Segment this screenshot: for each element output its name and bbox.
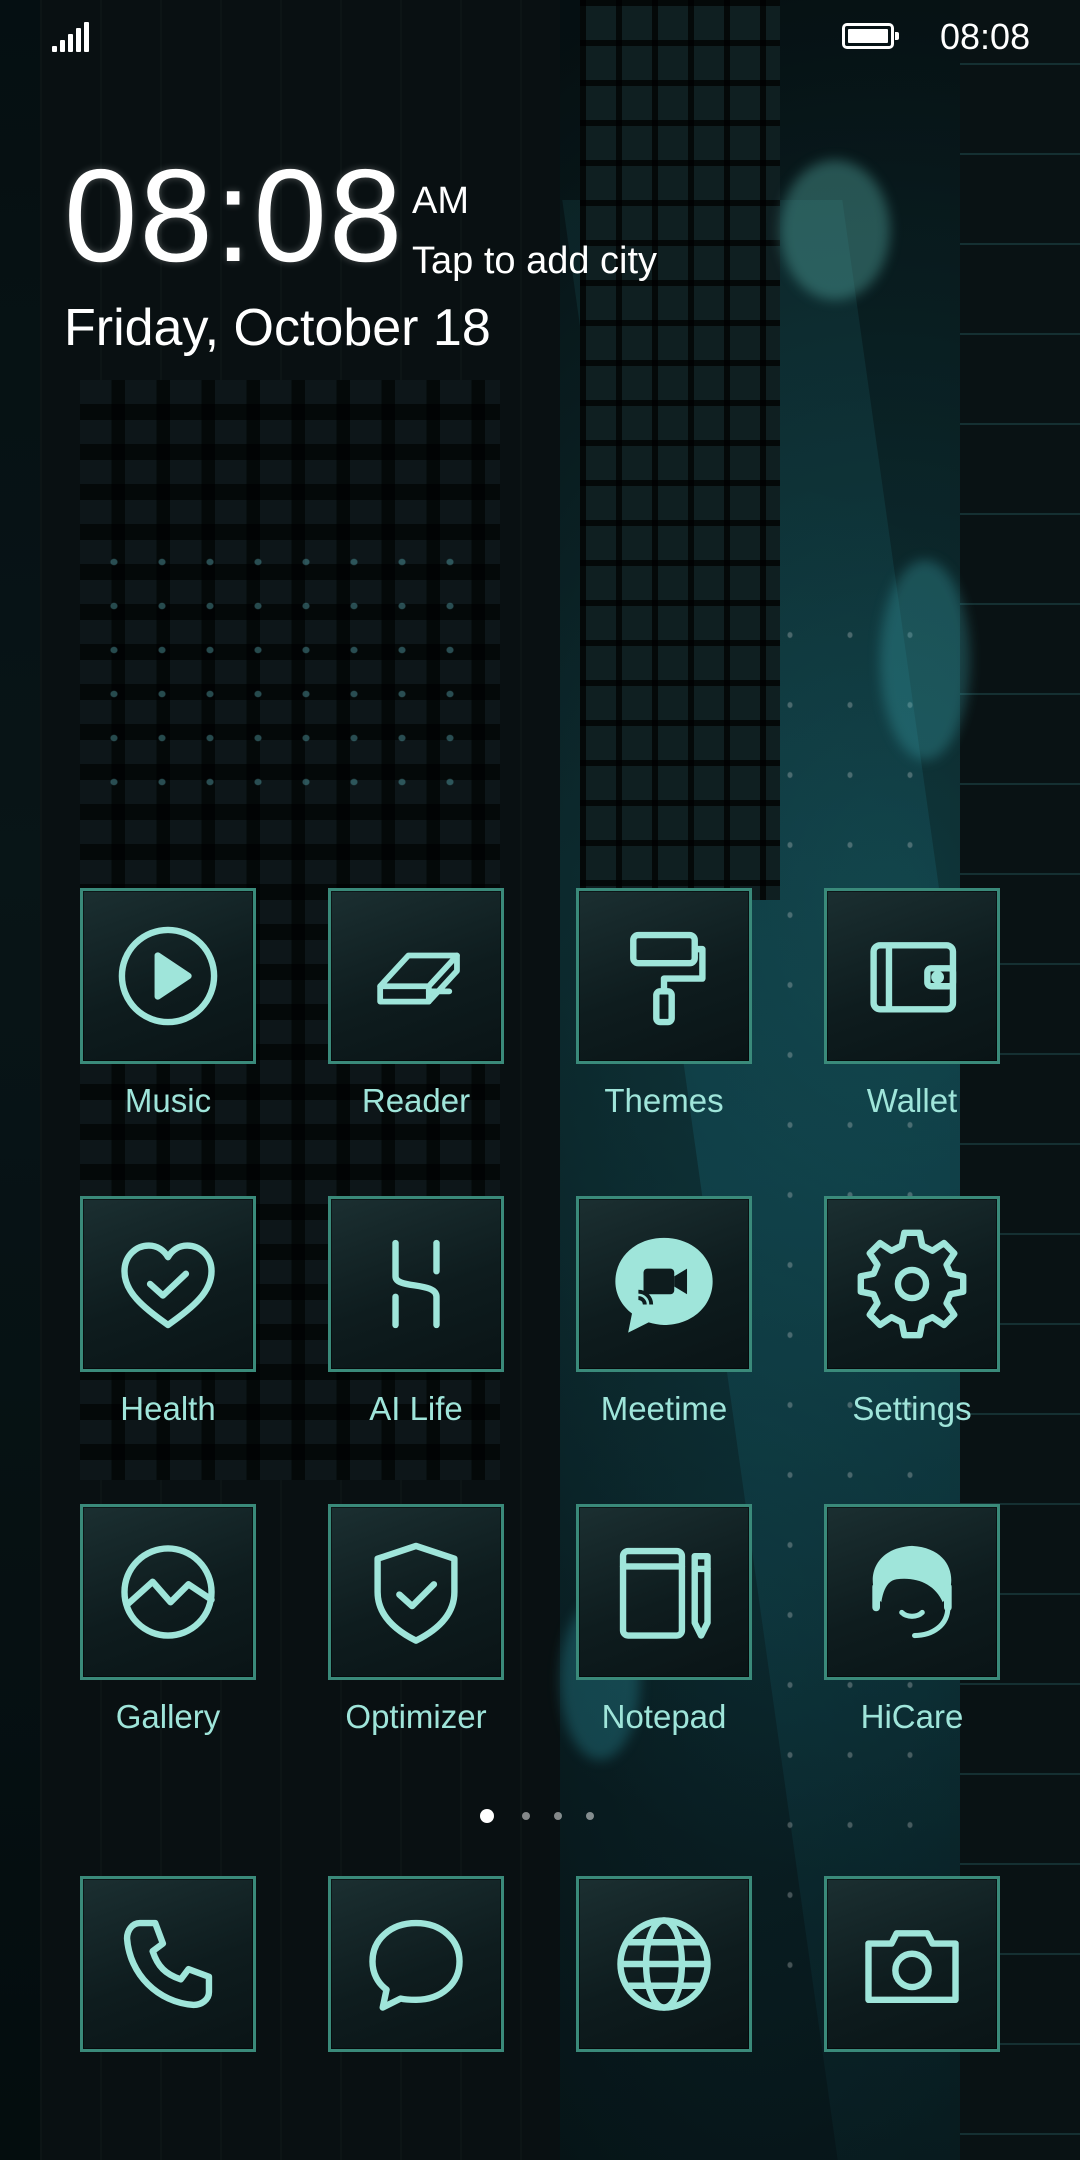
app-settings[interactable]: Settings xyxy=(788,1196,1036,1428)
app-label: Reader xyxy=(361,1082,471,1119)
page-dot[interactable] xyxy=(586,1812,594,1820)
app-label: Gallery xyxy=(115,1698,221,1735)
app-optimizer[interactable]: Optimizer xyxy=(292,1504,540,1736)
app-tile[interactable] xyxy=(328,1504,504,1680)
app-gallery[interactable]: Gallery xyxy=(44,1504,292,1736)
ai-life-icon xyxy=(392,1239,440,1329)
app-label: Settings xyxy=(852,1390,972,1427)
app-tile[interactable] xyxy=(576,1876,752,2052)
app-label: Notepad xyxy=(601,1698,727,1735)
app-tile[interactable] xyxy=(824,1196,1000,1372)
app-tile[interactable] xyxy=(328,1196,504,1372)
page-dot[interactable] xyxy=(554,1812,562,1820)
video-chat-icon xyxy=(615,1237,713,1333)
camera-icon xyxy=(865,1930,959,2004)
app-label: AI Life xyxy=(369,1390,463,1427)
status-bar: 08:08 xyxy=(0,0,1080,72)
app-tile[interactable] xyxy=(80,1504,256,1680)
play-circle-icon xyxy=(118,926,218,1026)
gallery-icon xyxy=(121,1545,215,1639)
app-label: Music xyxy=(124,1082,212,1119)
clock-time[interactable]: 08:08 xyxy=(64,150,404,282)
app-label: Meetime xyxy=(600,1390,728,1427)
app-tile[interactable] xyxy=(328,1876,504,2052)
app-label: Health xyxy=(120,1390,216,1427)
app-tile[interactable] xyxy=(328,888,504,1064)
book-icon xyxy=(377,952,460,1005)
notepad-icon xyxy=(619,1547,711,1639)
shield-check-icon xyxy=(374,1542,458,1644)
app-tile[interactable] xyxy=(824,1504,1000,1680)
app-tile[interactable] xyxy=(824,1876,1000,2052)
app-tile[interactable] xyxy=(576,1196,752,1372)
headset-icon xyxy=(872,1545,952,1639)
app-reader[interactable]: Reader xyxy=(292,888,540,1120)
page-indicator[interactable] xyxy=(480,1806,600,1826)
paint-roller-icon xyxy=(630,931,706,1026)
app-tile[interactable] xyxy=(80,888,256,1064)
status-bar-time: 08:08 xyxy=(940,16,1031,57)
app-tile[interactable] xyxy=(576,888,752,1064)
app-ai-life[interactable]: AI Life xyxy=(292,1196,540,1428)
battery-full-icon xyxy=(842,23,899,49)
add-city-link[interactable]: Tap to add city xyxy=(412,240,657,283)
app-hicare[interactable]: HiCare xyxy=(788,1504,1036,1736)
phone-icon xyxy=(123,1919,213,2009)
app-tile[interactable] xyxy=(80,1876,256,2052)
app-tile[interactable] xyxy=(80,1196,256,1372)
app-label: Wallet xyxy=(866,1082,958,1119)
clock-date[interactable]: Friday, October 18 xyxy=(64,298,491,358)
app-notepad[interactable]: Notepad xyxy=(540,1504,788,1736)
app-wallet[interactable]: Wallet xyxy=(788,888,1036,1120)
app-tile[interactable] xyxy=(576,1504,752,1680)
app-label: HiCare xyxy=(860,1698,964,1735)
heart-check-icon xyxy=(121,1242,215,1329)
app-music[interactable]: Music xyxy=(44,888,292,1120)
dock-camera[interactable] xyxy=(788,1876,1036,2052)
app-label: Optimizer xyxy=(345,1698,487,1735)
app-health[interactable]: Health xyxy=(44,1196,292,1428)
page-dot[interactable] xyxy=(522,1812,530,1820)
clock-ampm: AM xyxy=(412,180,469,222)
app-tile[interactable] xyxy=(824,888,1000,1064)
dock-browser[interactable] xyxy=(540,1876,788,2052)
app-themes[interactable]: Themes xyxy=(540,888,788,1120)
wallet-icon xyxy=(870,942,957,1013)
globe-icon xyxy=(617,1917,711,2011)
dock-messages[interactable] xyxy=(292,1876,540,2052)
page-dot-active[interactable] xyxy=(480,1809,494,1823)
app-meetime[interactable]: Meetime xyxy=(540,1196,788,1428)
dock-phone[interactable] xyxy=(44,1876,292,2052)
signal-bars-icon xyxy=(52,20,92,52)
gear-icon xyxy=(857,1229,967,1339)
app-label: Themes xyxy=(604,1082,724,1119)
message-bubble-icon xyxy=(369,1919,463,2011)
